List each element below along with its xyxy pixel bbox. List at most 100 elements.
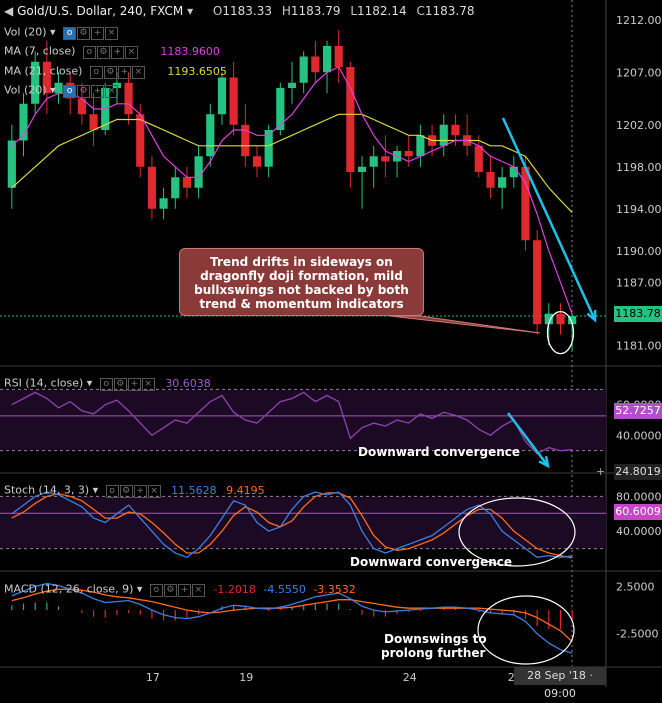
candle-body <box>217 77 227 115</box>
candle-body <box>369 156 378 167</box>
add-icon[interactable]: + <box>91 85 105 98</box>
symbol-title[interactable]: Gold/U.S. Dollar, 240, FXCM <box>17 4 183 18</box>
settings-icon[interactable]: ⚙ <box>119 485 133 498</box>
stoch-tick-label: 40.0000 <box>616 525 662 538</box>
macd-a-value: -1.2018 <box>213 582 256 596</box>
candle-body <box>509 166 518 178</box>
add-icon[interactable]: + <box>127 378 141 391</box>
legend-dropdown-icon[interactable]: ▾ <box>50 26 56 39</box>
price-tick-label: 1202.00 <box>616 119 662 132</box>
close-icon[interactable]: × <box>105 27 119 40</box>
candle-body <box>171 177 180 199</box>
macd-c-value: -3.3532 <box>313 582 356 596</box>
settings-icon[interactable]: ⚙ <box>77 27 91 40</box>
add-icon[interactable]: + <box>110 46 124 59</box>
close-icon[interactable]: × <box>147 485 161 498</box>
candle-body <box>89 114 98 130</box>
candle-body <box>229 77 238 125</box>
candle-body <box>124 82 133 115</box>
ma21-legend[interactable]: MA (21, close) o ⚙ + × 1193.6505 <box>4 64 227 79</box>
settings-icon[interactable]: ⚙ <box>113 378 127 391</box>
candle-body <box>287 82 297 88</box>
add-icon[interactable]: + <box>117 66 131 79</box>
stoch-d-value: 9.4195 <box>226 483 265 497</box>
candle-body <box>451 124 460 136</box>
legend-dropdown-icon[interactable]: ▾ <box>137 583 143 596</box>
add-icon[interactable]: + <box>91 27 105 40</box>
settings-icon[interactable]: ⚙ <box>77 85 91 98</box>
settings-icon[interactable]: ⚙ <box>163 584 177 597</box>
legend-dropdown-icon[interactable]: ▾ <box>93 484 99 497</box>
candle-body <box>381 156 390 162</box>
ma7-legend[interactable]: MA (7, close) o ⚙ + × 1183.9600 <box>4 44 220 59</box>
candle-body <box>556 313 565 325</box>
ma21-label: MA (21, close) <box>4 64 83 78</box>
price-tick-label: 1207.00 <box>616 66 662 79</box>
macd-legend[interactable]: MACD (12, 26, close, 9) ▾ o ⚙ + × -1.2018 -… <box>4 582 356 597</box>
add-icon[interactable]: + <box>133 485 147 498</box>
candle-body <box>486 172 495 188</box>
candle-body <box>159 198 168 209</box>
high-value: 1183.79 <box>290 4 341 18</box>
x-tick-label: 17 <box>146 671 160 684</box>
close-icon[interactable]: × <box>105 85 119 98</box>
candle-body <box>7 140 16 188</box>
candle-body <box>206 114 215 157</box>
candle-body <box>416 135 425 157</box>
settings-icon[interactable]: ⚙ <box>103 66 117 79</box>
eye-icon[interactable]: o <box>63 85 77 98</box>
stoch-convergence-note: Downward convergence <box>350 555 513 569</box>
legend-dropdown-icon[interactable]: ▾ <box>87 377 93 390</box>
eye-icon[interactable]: o <box>149 584 163 597</box>
candle-body <box>182 177 192 188</box>
eye-icon[interactable]: o <box>99 378 113 391</box>
chart-header: ◀ Gold/U.S. Dollar, 240, FXCM ▾ O1183.33… <box>4 4 474 18</box>
settings-icon[interactable]: ⚙ <box>96 46 110 59</box>
eye-icon[interactable]: o <box>105 485 119 498</box>
symbol-dropdown-icon[interactable]: ▾ <box>187 4 193 18</box>
collapse-icon[interactable]: ◀ <box>4 4 13 18</box>
eye-icon[interactable]: o <box>82 46 96 59</box>
price-tick-label: 1190.00 <box>616 245 662 258</box>
stoch-tick-label: 80.0000 <box>616 490 662 503</box>
price-tick-label: 1181.00 <box>616 339 662 352</box>
close-icon[interactable]: × <box>141 378 155 391</box>
x-tick-label: 24 <box>403 671 417 684</box>
ma21-line <box>11 113 573 213</box>
candle-body <box>194 156 203 188</box>
candle-body <box>299 56 308 83</box>
last-price-tag: 1183.78 <box>614 306 662 322</box>
close-icon[interactable]: × <box>191 584 205 597</box>
eye-icon[interactable]: o <box>63 27 77 40</box>
callout-pointer <box>389 315 541 334</box>
macd-signal-line <box>11 588 573 643</box>
rsi-convergence-note: Downward convergence <box>358 445 521 459</box>
add-icon[interactable]: + <box>177 584 191 597</box>
close-icon[interactable]: × <box>124 46 138 59</box>
macd-tick-label: 2.5000 <box>616 580 655 593</box>
candle-body <box>311 56 320 73</box>
rsi-tick-label: 40.0000 <box>616 429 662 442</box>
candle-body <box>439 124 448 146</box>
candle-body <box>147 166 157 209</box>
rsi-legend[interactable]: RSI (14, close) ▾ o ⚙ + × 30.6038 <box>4 376 211 391</box>
vol-legend-label: Vol (20) <box>4 25 47 39</box>
eye-icon[interactable]: o <box>89 66 103 79</box>
stoch-k-value: 11.5628 <box>171 483 217 497</box>
stoch-legend[interactable]: Stoch (14, 3, 3) ▾ o ⚙ + × 11.5628 9.4195 <box>4 483 265 498</box>
add-pane-icon[interactable]: + <box>596 465 605 478</box>
close-icon[interactable]: × <box>131 66 145 79</box>
vol-legend-2[interactable]: Vol (20) ▾ o ⚙ + × <box>4 83 119 98</box>
candle-body <box>136 114 145 167</box>
candle-body <box>498 177 507 188</box>
macd-label: MACD (12, 26, close, 9) <box>4 582 134 596</box>
stoch-label: Stoch (14, 3, 3) <box>4 483 90 497</box>
legend-dropdown-icon[interactable]: ▾ <box>50 84 56 97</box>
price-tick-label: 1198.00 <box>616 161 662 174</box>
candle-body <box>252 156 262 167</box>
high-label: H <box>281 4 291 18</box>
trend-callout: Trend drifts in sideways on dragonfly do… <box>179 248 424 316</box>
macd-note-1: Downswings to <box>384 632 487 646</box>
ma21-value: 1193.6505 <box>167 64 227 78</box>
vol-legend-1[interactable]: Vol (20) ▾ o ⚙ + × <box>4 25 119 40</box>
